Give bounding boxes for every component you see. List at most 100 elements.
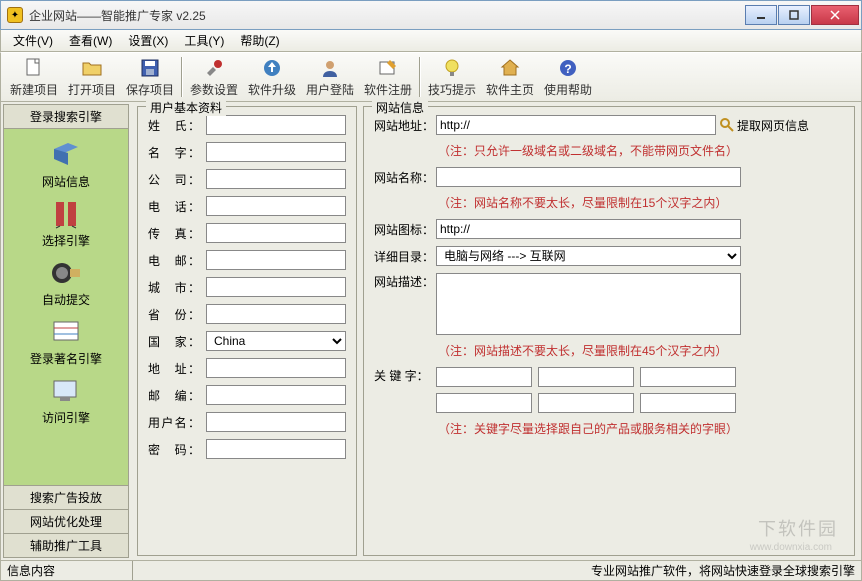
home-icon: [499, 57, 521, 79]
input-email[interactable]: [206, 250, 346, 270]
input-province[interactable]: [206, 304, 346, 324]
label-lastname: 姓 氏：: [148, 117, 200, 134]
input-keyword-3[interactable]: [640, 367, 736, 387]
fetch-button[interactable]: 提取网页信息: [720, 117, 809, 134]
toolbar-login[interactable]: 用户登陆: [301, 54, 359, 100]
textarea-desc[interactable]: [436, 273, 741, 335]
input-fax[interactable]: [206, 223, 346, 243]
toolbar-params[interactable]: 参数设置: [185, 54, 243, 100]
user-icon: [319, 57, 341, 79]
label-city: 城 市：: [148, 279, 200, 296]
file-new-icon: [23, 57, 45, 79]
label-username: 用户名：: [148, 414, 200, 431]
sidebar-item-visit[interactable]: 访问引擎: [42, 373, 90, 428]
input-username[interactable]: [206, 412, 346, 432]
input-firstname[interactable]: [206, 142, 346, 162]
select-category[interactable]: 电脑与网络 ---> 互联网: [436, 246, 741, 266]
note-keywords: （注：关键字尽量选择跟自己的产品或服务相关的字眼）: [438, 420, 844, 437]
status-left: 信息内容: [1, 561, 133, 580]
label-keywords: 关 键 字：: [374, 367, 432, 384]
sidebar: 登录搜索引擎 网站信息 选择引擎 自动提交 登录著名引擎 访问引擎 搜索广告投放…: [1, 102, 131, 560]
label-password: 密 码：: [148, 441, 200, 458]
window-title: 企业网站——智能推广专家 v2.25: [29, 7, 745, 24]
note-url: （注：只允许一级域名或二级域名，不能带网页文件名）: [438, 142, 844, 159]
input-url[interactable]: [436, 115, 716, 135]
user-group-title: 用户基本资料: [146, 99, 226, 116]
toolbar-separator: [181, 57, 183, 97]
engine-icon: [50, 198, 82, 230]
input-keyword-4[interactable]: [436, 393, 532, 413]
label-address: 地 址：: [148, 360, 200, 377]
submit-icon: [50, 257, 82, 289]
close-button[interactable]: [811, 5, 859, 25]
input-keyword-6[interactable]: [640, 393, 736, 413]
sidebar-footer-ads[interactable]: 搜索广告投放: [3, 486, 129, 510]
label-email: 电 邮：: [148, 252, 200, 269]
site-info-group: 网站信息 网站地址： 提取网页信息 （注：只允许一级域名或二级域名，不能带网页文…: [363, 106, 855, 556]
toolbar-help[interactable]: ?使用帮助: [539, 54, 597, 100]
toolbar-tips[interactable]: 技巧提示: [423, 54, 481, 100]
label-iconurl: 网站图标：: [374, 221, 432, 238]
sidebar-header[interactable]: 登录搜索引擎: [3, 104, 129, 129]
main-area: 登录搜索引擎 网站信息 选择引擎 自动提交 登录著名引擎 访问引擎 搜索广告投放…: [0, 102, 862, 561]
input-password[interactable]: [206, 439, 346, 459]
svg-text:?: ?: [564, 62, 571, 76]
sidebar-item-submit[interactable]: 自动提交: [42, 255, 90, 310]
register-icon: [377, 57, 399, 79]
folder-open-icon: [81, 57, 103, 79]
sidebar-footer-tools[interactable]: 辅助推广工具: [3, 534, 129, 558]
input-company[interactable]: [206, 169, 346, 189]
sidebar-panel: 网站信息 选择引擎 自动提交 登录著名引擎 访问引擎: [3, 129, 129, 486]
maximize-button[interactable]: [778, 5, 810, 25]
label-firstname: 名 字：: [148, 144, 200, 161]
siteinfo-icon: [50, 139, 82, 171]
toolbar-new[interactable]: 新建项目: [5, 54, 63, 100]
toolbar-separator: [419, 57, 421, 97]
select-country[interactable]: China: [206, 331, 346, 351]
titlebar: ✦ 企业网站——智能推广专家 v2.25: [0, 0, 862, 30]
toolbar-save[interactable]: 保存项目: [121, 54, 179, 100]
sidebar-item-siteinfo[interactable]: 网站信息: [42, 137, 90, 192]
input-keyword-5[interactable]: [538, 393, 634, 413]
disk-save-icon: [139, 57, 161, 79]
menu-help[interactable]: 帮助(Z): [232, 30, 287, 51]
input-keyword-1[interactable]: [436, 367, 532, 387]
tip-icon: [441, 57, 463, 79]
label-fax: 传 真：: [148, 225, 200, 242]
label-url: 网站地址：: [374, 117, 432, 134]
tools-icon: [203, 57, 225, 79]
label-company: 公 司：: [148, 171, 200, 188]
label-desc: 网站描述：: [374, 273, 432, 290]
input-city[interactable]: [206, 277, 346, 297]
visit-icon: [50, 375, 82, 407]
label-country: 国 家：: [148, 333, 200, 350]
menu-tools[interactable]: 工具(Y): [176, 30, 232, 51]
app-icon: ✦: [7, 7, 23, 23]
note-name: （注：网站名称不要太长，尽量限制在15个汉字之内）: [438, 194, 844, 211]
toolbar-register[interactable]: 软件注册: [359, 54, 417, 100]
sidebar-footer-seo[interactable]: 网站优化处理: [3, 510, 129, 534]
toolbar-upgrade[interactable]: 软件升级: [243, 54, 301, 100]
magnifier-icon: [720, 118, 734, 132]
input-lastname[interactable]: [206, 115, 346, 135]
site-group-title: 网站信息: [372, 99, 428, 116]
statusbar: 信息内容 专业网站推广软件，将网站快速登录全球搜索引擎: [0, 561, 862, 581]
input-iconurl[interactable]: [436, 219, 741, 239]
minimize-button[interactable]: [745, 5, 777, 25]
sidebar-item-famous[interactable]: 登录著名引擎: [30, 314, 102, 369]
user-info-group: 用户基本资料 姓 氏： 名 字： 公 司： 电 话： 传 真： 电 邮： 城 市…: [137, 106, 357, 556]
input-address[interactable]: [206, 358, 346, 378]
label-category: 详细目录：: [374, 248, 432, 265]
menu-view[interactable]: 查看(W): [61, 30, 120, 51]
toolbar-home[interactable]: 软件主页: [481, 54, 539, 100]
menu-file[interactable]: 文件(V): [5, 30, 61, 51]
toolbar: 新建项目 打开项目 保存项目 参数设置 软件升级 用户登陆 软件注册 技巧提示 …: [0, 52, 862, 102]
input-sitename[interactable]: [436, 167, 741, 187]
input-postcode[interactable]: [206, 385, 346, 405]
toolbar-open[interactable]: 打开项目: [63, 54, 121, 100]
input-phone[interactable]: [206, 196, 346, 216]
sidebar-item-engine[interactable]: 选择引擎: [42, 196, 90, 251]
menu-settings[interactable]: 设置(X): [120, 30, 176, 51]
input-keyword-2[interactable]: [538, 367, 634, 387]
label-province: 省 份：: [148, 306, 200, 323]
